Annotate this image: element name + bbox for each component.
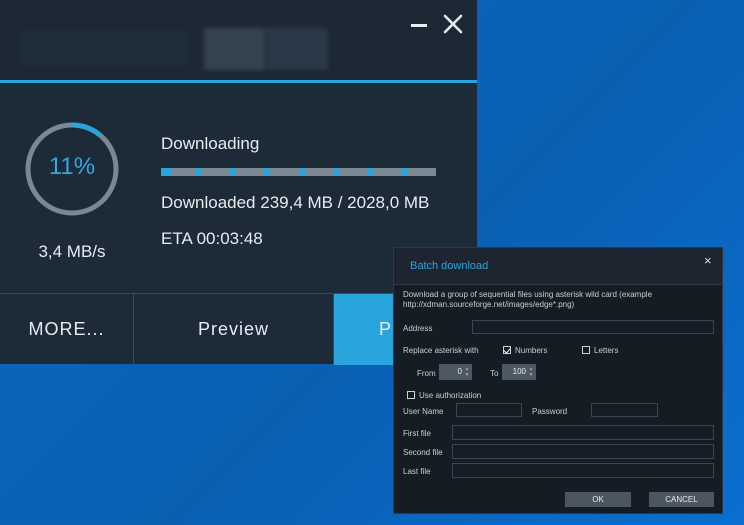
address-input[interactable] (472, 320, 714, 334)
use-authorization-checkbox[interactable] (407, 391, 415, 399)
second-file-input[interactable] (452, 444, 714, 459)
progress-percent: 11% (48, 153, 96, 180)
address-label: Address (403, 324, 433, 333)
progress-segment (299, 168, 305, 176)
stepper-arrows-icon[interactable]: ▲ ▼ (528, 366, 534, 378)
password-label: Password (532, 407, 568, 416)
letters-label: Letters (594, 346, 619, 355)
preview-button[interactable]: Preview (134, 294, 334, 365)
second-file-label: Second file (403, 448, 443, 457)
segmented-progress-bar (161, 168, 436, 176)
first-file-input[interactable] (452, 425, 714, 440)
dialog-body: Download a group of sequential files usi… (394, 285, 722, 513)
first-file-label: First file (403, 429, 431, 438)
eta-label: ETA 00:03:48 (161, 229, 263, 248)
numbers-label: Numbers (515, 346, 548, 355)
download-status: Downloading (161, 134, 260, 153)
progress-segment (367, 168, 373, 176)
to-stepper[interactable]: 100 ▲ ▼ (502, 364, 536, 380)
password-input[interactable] (591, 403, 658, 417)
numbers-checkbox[interactable] (503, 346, 511, 354)
close-icon[interactable] (441, 12, 465, 36)
to-value: 100 (512, 367, 526, 376)
from-value: 0 (457, 367, 462, 376)
dialog-description: Download a group of sequential files usi… (403, 290, 653, 309)
progress-segment (161, 168, 171, 176)
last-file-label: Last file (403, 467, 431, 476)
blurred-title (18, 30, 188, 66)
minimize-icon[interactable] (408, 14, 430, 36)
dialog-close-icon[interactable]: × (704, 253, 712, 268)
blurred-logo-part (266, 28, 328, 70)
ok-button[interactable]: OK (565, 492, 631, 507)
last-file-input[interactable] (452, 463, 714, 478)
cancel-button[interactable]: CANCEL (649, 492, 714, 507)
progress-segment (195, 168, 201, 176)
from-label: From (417, 369, 436, 378)
dialog-title: Batch download (410, 260, 489, 272)
progress-segment (230, 168, 236, 176)
more-button[interactable]: MORE... (0, 294, 134, 365)
to-label: To (490, 369, 499, 378)
blurred-logo (204, 28, 266, 70)
use-authorization-label: Use authorization (419, 391, 482, 400)
download-speed: 3,4 MB/s (38, 242, 106, 261)
stepper-arrows-icon[interactable]: ▲ ▼ (464, 366, 470, 378)
progress-segment (402, 168, 408, 176)
title-accent-line (0, 80, 477, 83)
downloaded-size: Downloaded 239,4 MB / 2028,0 MB (161, 193, 430, 212)
progress-segment (264, 168, 270, 176)
username-input[interactable] (456, 403, 522, 417)
username-label: User Name (403, 407, 444, 416)
batch-download-dialog: Batch download × Download a group of seq… (393, 247, 723, 514)
letters-checkbox[interactable] (582, 346, 590, 354)
replace-asterisk-label: Replace asterisk with (403, 346, 479, 355)
progress-segment (333, 168, 339, 176)
from-stepper[interactable]: 0 ▲ ▼ (439, 364, 472, 380)
title-bar (0, 0, 477, 81)
